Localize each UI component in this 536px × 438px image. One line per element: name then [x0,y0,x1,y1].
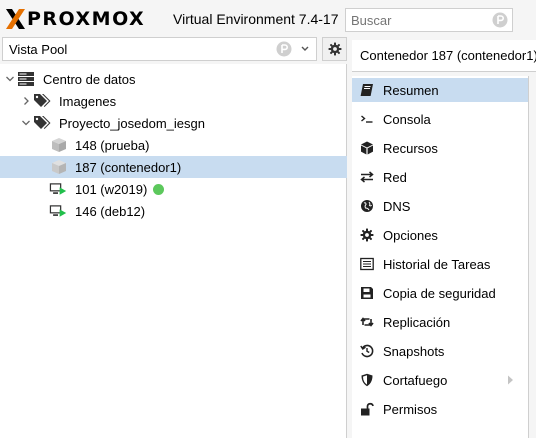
terminal-icon [361,115,373,123]
menu-item-copia-seguridad[interactable]: Copia de seguridad [352,281,528,305]
menu-item-label: Red [383,170,407,185]
tree-node-label: Proyecto_josedom_iesgn [59,116,205,131]
view-settings-button[interactable] [322,37,347,61]
menu-item-opciones[interactable]: Opciones [352,223,528,247]
menu-item-label: Recursos [383,141,438,156]
vm-running-icon [49,183,67,195]
container-icon [52,138,66,152]
shield-icon [361,373,373,387]
tree-node-label: Centro de datos [43,72,136,87]
search-box[interactable] [345,8,513,32]
list-icon [360,257,374,271]
content-title-bar: Contenedor 187 (contenedor1) [352,40,536,72]
expand-toggle-icon[interactable] [5,73,15,85]
chevron-down-icon[interactable] [21,117,31,129]
search-input[interactable] [346,9,486,31]
menu-item-permisos[interactable]: Permisos [352,397,528,421]
tree-node-ct-148[interactable]: 148 (prueba) [0,134,347,156]
menu-item-recursos[interactable]: Recursos [352,136,528,160]
datacenter-icon [18,72,34,86]
tree-node-label: Imagenes [59,94,117,109]
menu-item-label: DNS [383,199,411,214]
chevron-right-icon[interactable] [21,95,31,107]
tags-icon [34,116,51,129]
menu-item-replicacion[interactable]: Replicación [352,310,528,334]
menu-item-consola[interactable]: Consola [352,107,528,131]
tree-node-pool-imagenes[interactable]: Imagenes [0,90,347,112]
exchange-icon [360,171,374,183]
content-area-edge [528,76,536,438]
search-trigger-icon[interactable] [492,12,508,28]
tags-icon [34,94,51,107]
cube-icon [361,141,373,155]
chevron-down-icon[interactable] [300,42,310,56]
menu-item-red[interactable]: Red [352,165,528,189]
top-header: PROXMOX Virtual Environment 7.4-17 [0,0,536,38]
unlock-icon [361,402,374,416]
submenu-arrow-icon [508,375,513,385]
tree-node-label: 146 (deb12) [75,204,146,219]
menu-item-historial-tareas[interactable]: Historial de Tareas [352,252,528,276]
menu-item-label: Replicación [383,315,451,330]
vm-running-icon [49,205,67,217]
tree-node-vm-146[interactable]: 146 (deb12) [0,200,347,222]
view-selector-value: Vista Pool [9,42,68,57]
history-icon [360,344,374,358]
book-icon [360,84,373,96]
product-title: Virtual Environment 7.4-17 [173,11,339,27]
menu-item-label: Copia de seguridad [383,286,496,301]
retweet-icon [360,317,374,327]
view-trigger-icon[interactable] [276,41,292,57]
tree-node-label: 101 (w2019) [75,182,148,197]
running-status-dot [153,184,164,195]
globe-icon [361,200,373,212]
menu-item-label: Resumen [383,83,439,98]
tree-node-vm-101[interactable]: 101 (w2019) [0,178,347,200]
menu-item-label: Historial de Tareas [383,257,491,272]
resource-tree: Centro de datos Imagenes Proyecto_josedo… [0,64,347,438]
gear-icon [328,42,342,56]
logo-text: PROXMOX [27,8,146,30]
tree-node-label: 187 (contenedor1) [75,160,182,175]
tree-node-datacenter[interactable]: Centro de datos [0,68,347,90]
menu-item-resumen[interactable]: Resumen [352,78,528,102]
proxmox-logo: PROXMOX [6,9,145,29]
menu-item-dns[interactable]: DNS [352,194,528,218]
config-menu: Resumen Consola Recursos Red DNS Opcione… [352,76,528,438]
proxmox-x-icon [6,9,25,29]
menu-item-label: Permisos [383,402,438,417]
menu-item-label: Cortafuego [383,373,448,388]
tree-node-ct-187[interactable]: 187 (contenedor1) [0,156,347,178]
page-title: Contenedor 187 (contenedor1) [360,48,536,63]
menu-item-label: Snapshots [383,344,445,359]
view-selector[interactable]: Vista Pool [2,37,317,61]
floppy-icon [361,287,373,299]
container-icon [52,160,66,174]
menu-item-snapshots[interactable]: Snapshots [352,339,528,363]
menu-item-label: Opciones [383,228,438,243]
gear-icon [360,228,374,242]
menu-item-label: Consola [383,112,431,127]
menu-item-cortafuego[interactable]: Cortafuego [352,368,528,392]
tree-node-pool-proyecto[interactable]: Proyecto_josedom_iesgn [0,112,347,134]
tree-node-label: 148 (prueba) [75,138,150,153]
